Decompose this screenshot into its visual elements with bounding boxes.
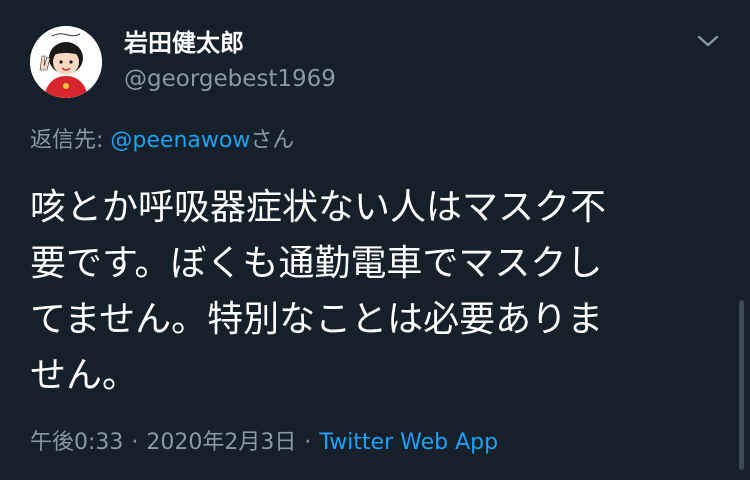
avatar-illustration-icon [30,26,102,98]
chevron-down-icon [697,35,719,47]
tweet-body-line: 咳とか呼吸器症状ない人はマスク不 [30,187,607,228]
tweet-metadata: 午後0:33 · 2020年2月3日 · Twitter Web App [30,428,498,458]
separator-dot: · [304,430,312,455]
tweet-source-link[interactable]: Twitter Web App [319,430,498,455]
avatar[interactable] [30,26,102,98]
tweet-body: 咳とか呼吸器症状ない人はマスク不 要です。ぼくも通勤電車でマスクし てません。特… [30,180,720,404]
tweet-date[interactable]: 2020年2月3日 [146,430,296,455]
author-handle[interactable]: @georgebest1969 [124,64,336,94]
reply-context: 返信先: @peenawowさん [30,126,294,156]
more-options-button[interactable] [694,30,722,52]
tweet-body-line: 要です。ぼくも通勤電車でマスクし [30,243,603,284]
tweet-body-line: せん。 [30,355,139,396]
author-display-name[interactable]: 岩田健太郎 [124,28,244,58]
scrollbar[interactable] [739,300,744,470]
reply-prefix: 返信先: [30,128,111,153]
reply-mention-link[interactable]: @peenawow [110,128,250,153]
reply-suffix: さん [250,128,295,153]
tweet-body-line: てません。特別なことは必要ありま [30,299,604,340]
tweet-detail: 岩田健太郎 @georgebest1969 返信先: @peenawowさん 咳… [0,0,750,480]
tweet-time[interactable]: 午後0:33 [30,430,123,455]
separator-dot: · [131,430,139,455]
